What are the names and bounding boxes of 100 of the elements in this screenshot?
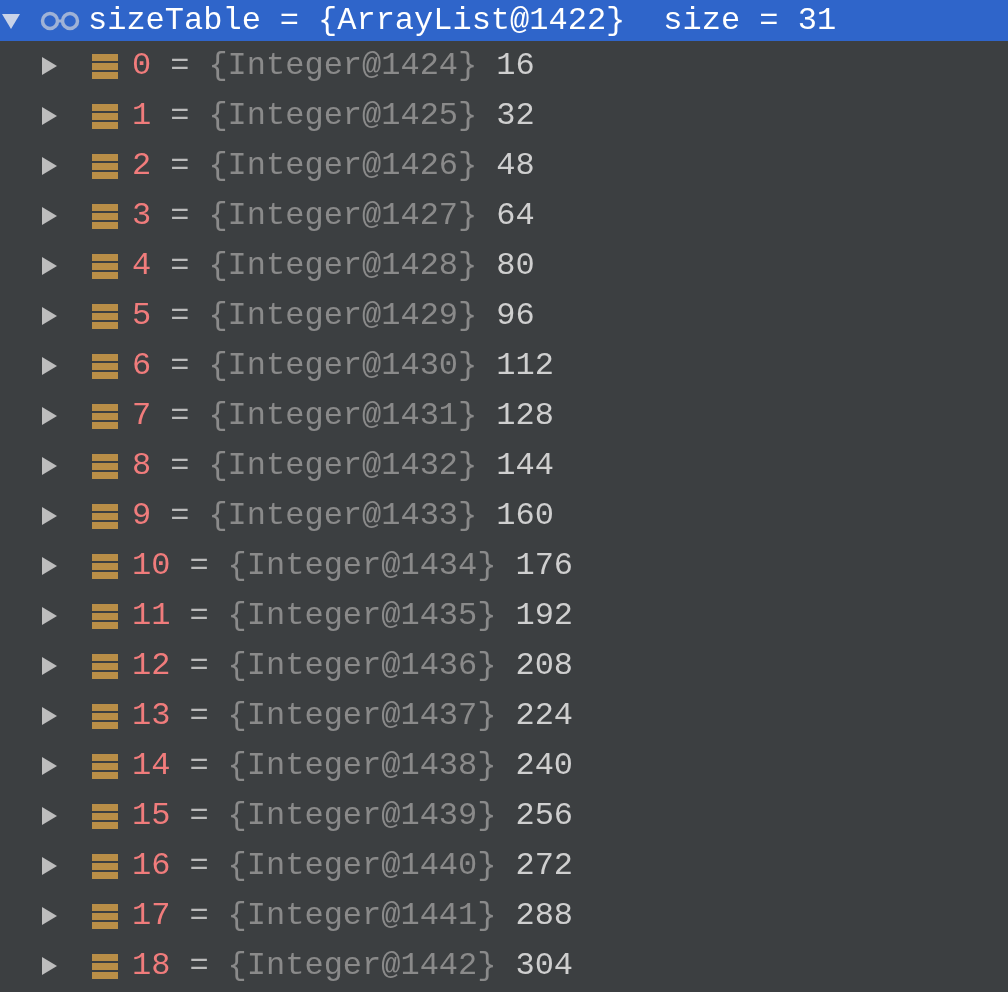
object-reference: {Integer@1430} [208,346,478,386]
tree-row[interactable]: 7 = {Integer@1431} 128 [0,391,1008,441]
variable-name: 9 [132,496,152,536]
tree-row[interactable]: 15 = {Integer@1439} 256 [0,791,1008,841]
list-item-icon [92,603,118,629]
variable-value: 64 [496,196,535,236]
list-item-icon [92,903,118,929]
equals-sign: = [170,96,190,136]
variable-value: 208 [515,646,574,686]
object-reference: {Integer@1438} [227,746,497,786]
variable-value: 80 [496,246,535,286]
tree-row[interactable]: 0 = {Integer@1424} 16 [0,41,1008,91]
variable-name: 17 [132,896,171,936]
list-item-icon [92,853,118,879]
equals-sign: = [170,396,190,436]
equals-sign: = [189,546,209,586]
tree-row[interactable]: 1 = {Integer@1425} 32 [0,91,1008,141]
list-item-icon [92,203,118,229]
tree-row[interactable]: 5 = {Integer@1429} 96 [0,291,1008,341]
tree-row[interactable]: 18 = {Integer@1442} 304 [0,941,1008,991]
tree-row[interactable]: 17 = {Integer@1441} 288 [0,891,1008,941]
variable-name: sizeTable [88,0,261,41]
object-reference: {Integer@1439} [227,796,497,836]
list-item-icon [92,103,118,129]
object-reference: {ArrayList@1422} [318,0,626,41]
object-reference: {Integer@1426} [208,146,478,186]
equals-sign: = [189,596,209,636]
equals-sign: = [189,796,209,836]
list-item-icon [92,753,118,779]
variable-name: 11 [132,596,171,636]
list-item-icon [92,653,118,679]
object-reference: {Integer@1427} [208,196,478,236]
tree-row[interactable]: 11 = {Integer@1435} 192 [0,591,1008,641]
list-item-icon [92,353,118,379]
variable-value: 304 [515,946,574,986]
equals-sign: = [189,896,209,936]
object-reference: {Integer@1441} [227,896,497,936]
equals-sign: = [189,846,209,886]
variable-value: 224 [515,696,574,736]
tree-row[interactable]: 12 = {Integer@1436} 208 [0,641,1008,691]
variable-value: 176 [515,546,574,586]
equals-sign: = [189,946,209,986]
object-reference: {Integer@1432} [208,446,478,486]
variable-name: 8 [132,446,152,486]
tree-row[interactable]: 9 = {Integer@1433} 160 [0,491,1008,541]
tree-row[interactable]: 16 = {Integer@1440} 272 [0,841,1008,891]
object-reference: {Integer@1436} [227,646,497,686]
variable-value: 128 [496,396,554,436]
equals-sign: = [189,646,209,686]
object-reference: {Integer@1440} [227,846,497,886]
glasses-icon [40,10,80,31]
tree-row[interactable]: 13 = {Integer@1437} 224 [0,691,1008,741]
variable-value: 144 [496,446,554,486]
variable-name: 18 [132,946,171,986]
list-item-icon [92,553,118,579]
variable-value: 16 [496,46,535,86]
equals-sign: = [170,46,190,86]
variable-value: 256 [515,796,574,836]
object-reference: {Integer@1429} [208,296,478,336]
variable-value: 160 [496,496,554,536]
equals-sign: = [170,246,190,286]
variable-value: 272 [515,846,574,886]
tree-row[interactable]: 6 = {Integer@1430} 112 [0,341,1008,391]
variable-name: 16 [132,846,171,886]
variable-name: 15 [132,796,171,836]
list-item-icon [92,803,118,829]
tree-row[interactable]: 4 = {Integer@1428} 80 [0,241,1008,291]
tree-row[interactable]: 2 = {Integer@1426} 48 [0,141,1008,191]
equals-sign: = [279,0,300,41]
list-item-icon [92,53,118,79]
variable-value: 32 [496,96,535,136]
equals-sign: = [170,196,190,236]
tree-row[interactable]: 14 = {Integer@1438} 240 [0,741,1008,791]
object-reference: {Integer@1434} [227,546,497,586]
tree-row[interactable]: 3 = {Integer@1427} 64 [0,191,1008,241]
variable-name: 14 [132,746,171,786]
variable-name: 6 [132,346,152,386]
list-item-icon [92,703,118,729]
equals-sign: = [170,446,190,486]
variable-name: 13 [132,696,171,736]
list-item-icon [92,403,118,429]
list-item-icon [92,253,118,279]
variable-value: 96 [496,296,535,336]
object-reference: {Integer@1431} [208,396,478,436]
tree-row[interactable]: 10 = {Integer@1434} 176 [0,541,1008,591]
equals-sign: = [189,696,209,736]
list-item-icon [92,503,118,529]
list-item-icon [92,453,118,479]
equals-sign: = [170,296,190,336]
object-reference: {Integer@1437} [227,696,497,736]
size-label: size = 31 [663,0,837,41]
object-reference: {Integer@1425} [208,96,478,136]
variable-name: 12 [132,646,171,686]
equals-sign: = [189,746,209,786]
selected-row[interactable]: sizeTable = {ArrayList@1422} size = 31 [0,0,1008,41]
object-reference: {Integer@1433} [208,496,478,536]
tree-row[interactable]: 8 = {Integer@1432} 144 [0,441,1008,491]
variable-value: 192 [515,596,574,636]
variable-name: 3 [132,196,152,236]
variable-name: 4 [132,246,152,286]
